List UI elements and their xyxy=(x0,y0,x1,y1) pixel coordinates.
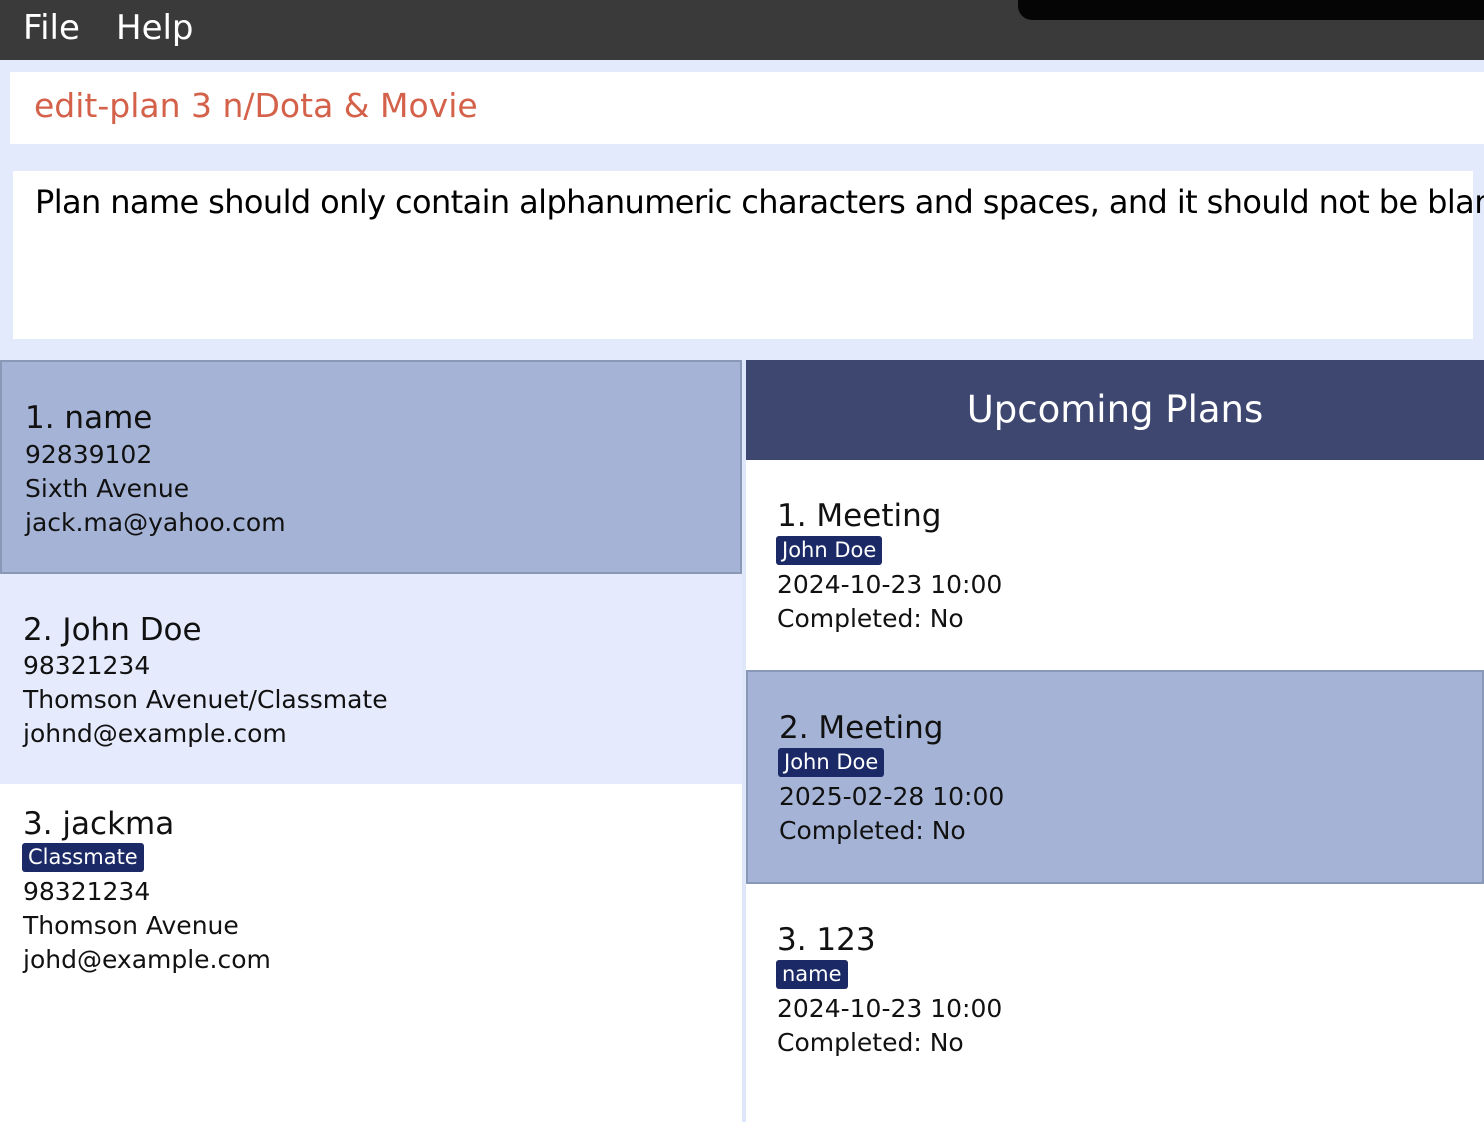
plan-participant-tag: John Doe xyxy=(778,748,885,777)
plan-datetime: 2024-10-23 10:00 xyxy=(777,570,1003,599)
plan-status: Completed: No xyxy=(777,1028,964,1057)
plan-list-header: Upcoming Plans xyxy=(746,360,1484,460)
plan-title: 1. Meeting xyxy=(777,498,942,534)
plan-card[interactable]: 1. Meeting John Doe 2024-10-23 10:00 Com… xyxy=(746,460,1484,670)
person-address: Sixth Avenue xyxy=(25,474,190,503)
result-message: Plan name should only contain alphanumer… xyxy=(35,183,1484,221)
plan-status: Completed: No xyxy=(777,604,964,633)
person-name: 3. jackma xyxy=(23,806,175,842)
plan-participant-tag: name xyxy=(776,960,848,989)
person-phone: 98321234 xyxy=(23,877,151,906)
person-name: 1. name xyxy=(25,400,153,436)
plan-datetime: 2024-10-23 10:00 xyxy=(777,994,1003,1023)
plan-card[interactable]: 3. 123 name 2024-10-23 10:00 Completed: … xyxy=(746,884,1484,1094)
plan-participant-tag: John Doe xyxy=(776,536,883,565)
person-tag: Classmate xyxy=(22,843,144,872)
file-menu[interactable]: File xyxy=(23,8,80,48)
person-name: 2. John Doe xyxy=(23,612,202,648)
plan-datetime: 2025-02-28 10:00 xyxy=(779,782,1005,811)
person-address: Thomson Avenuet/Classmate xyxy=(23,685,388,714)
help-menu[interactable]: Help xyxy=(116,8,194,48)
plan-title: 2. Meeting xyxy=(779,710,944,746)
command-input[interactable]: edit-plan 3 n/Dota & Movie xyxy=(10,72,1484,144)
plan-list[interactable]: Upcoming Plans 1. Meeting John Doe 2024-… xyxy=(746,360,1484,1122)
result-display: Plan name should only contain alphanumer… xyxy=(13,171,1484,339)
person-email: jack.ma@yahoo.com xyxy=(25,508,286,537)
plan-card[interactable]: 2. Meeting John Doe 2025-02-28 10:00 Com… xyxy=(746,670,1484,884)
person-card[interactable]: 2. John Doe 98321234 Thomson Avenuet/Cla… xyxy=(0,574,742,784)
plan-list-title: Upcoming Plans xyxy=(966,388,1264,431)
person-email: johd@example.com xyxy=(23,945,271,974)
person-phone: 92839102 xyxy=(25,440,153,469)
window-notch xyxy=(1018,0,1484,20)
person-card[interactable]: 3. jackma Classmate 98321234 Thomson Ave… xyxy=(0,784,742,1014)
person-list[interactable]: 1. name 92839102 Sixth Avenue jack.ma@ya… xyxy=(0,360,742,1122)
person-phone: 98321234 xyxy=(23,651,151,680)
plan-title: 3. 123 xyxy=(777,922,876,958)
menu-bar: File Help xyxy=(0,0,1484,60)
person-card[interactable]: 1. name 92839102 Sixth Avenue jack.ma@ya… xyxy=(0,360,742,574)
command-input-text: edit-plan 3 n/Dota & Movie xyxy=(34,86,478,125)
person-email: johnd@example.com xyxy=(23,719,287,748)
person-address: Thomson Avenue xyxy=(23,911,239,940)
plan-status: Completed: No xyxy=(779,816,966,845)
